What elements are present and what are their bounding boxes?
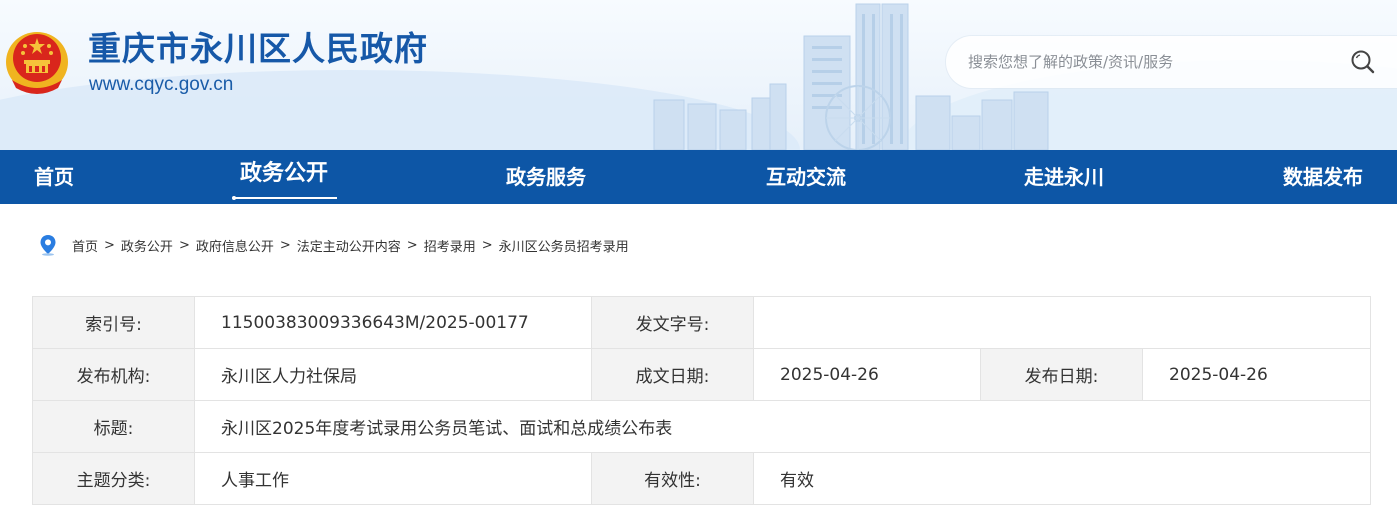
validity-value: 有效 xyxy=(753,452,1371,505)
search-box xyxy=(946,36,1397,88)
table-row: 发布机构: 永川区人力社保局 成文日期: 2025-04-26 发布日期: 20… xyxy=(32,348,1371,401)
breadcrumb-recruitment[interactable]: 招考录用 xyxy=(424,236,476,255)
written-date-value: 2025-04-26 xyxy=(753,348,981,401)
topic-category-value: 人事工作 xyxy=(194,452,592,505)
index-number-value: 11500383009336643M/2025-00177 xyxy=(194,296,592,349)
site-url: www.cqyc.gov.cn xyxy=(89,74,234,95)
nav-item-data-release[interactable]: 数据发布 xyxy=(1283,150,1363,204)
topic-category-label: 主题分类: xyxy=(32,452,195,505)
document-info-table: 索引号: 11500383009336643M/2025-00177 发文字号:… xyxy=(32,296,1371,505)
breadcrumb-separator: > xyxy=(279,237,291,253)
breadcrumb-civil-servant-recruitment[interactable]: 永川区公务员招考录用 xyxy=(499,236,629,255)
nav-item-about-yongchuan[interactable]: 走进永川 xyxy=(1024,150,1104,204)
table-row: 主题分类: 人事工作 有效性: 有效 xyxy=(32,452,1371,505)
location-pin-icon xyxy=(40,235,56,256)
nav-item-gov-services[interactable]: 政务服务 xyxy=(506,150,586,204)
nav-active-dot xyxy=(232,196,236,200)
publish-date-label: 发布日期: xyxy=(980,348,1143,401)
publishing-org-value: 永川区人力社保局 xyxy=(194,348,592,401)
main-nav: 首页 政务公开 政务服务 互动交流 走进永川 数据发布 xyxy=(0,150,1397,204)
nav-item-home[interactable]: 首页 xyxy=(34,150,74,204)
nav-active-underline xyxy=(234,197,337,199)
breadcrumb-separator: > xyxy=(406,237,418,253)
nav-item-gov-affairs-open[interactable]: 政务公开 xyxy=(240,150,328,204)
site-title: 重庆市永川区人民政府 xyxy=(88,29,428,68)
written-date-label: 成文日期: xyxy=(591,348,754,401)
document-number-value xyxy=(753,296,1371,349)
validity-label: 有效性: xyxy=(591,452,754,505)
breadcrumb: 首页 > 政务公开 > 政府信息公开 > 法定主动公开内容 > 招考录用 > 永… xyxy=(38,232,629,258)
table-row: 索引号: 11500383009336643M/2025-00177 发文字号: xyxy=(32,296,1371,349)
national-emblem-icon xyxy=(6,32,68,94)
breadcrumb-gov-info-open[interactable]: 政府信息公开 xyxy=(196,236,274,255)
title-label: 标题: xyxy=(32,400,195,453)
publish-date-value: 2025-04-26 xyxy=(1142,348,1371,401)
nav-item-interaction[interactable]: 互动交流 xyxy=(766,150,846,204)
breadcrumb-home[interactable]: 首页 xyxy=(72,236,98,255)
breadcrumb-separator: > xyxy=(104,237,115,253)
site-header: 重庆市永川区人民政府 www.cqyc.gov.cn xyxy=(0,0,1397,150)
breadcrumb-statutory-content[interactable]: 法定主动公开内容 xyxy=(297,236,401,255)
table-row: 标题: 永川区2025年度考试录用公务员笔试、面试和总成绩公布表 xyxy=(32,400,1371,453)
index-number-label: 索引号: xyxy=(32,296,195,349)
publishing-org-label: 发布机构: xyxy=(32,348,195,401)
breadcrumb-separator: > xyxy=(481,237,493,253)
search-input[interactable] xyxy=(968,48,1328,76)
title-value: 永川区2025年度考试录用公务员笔试、面试和总成绩公布表 xyxy=(194,400,1371,453)
breadcrumb-separator: > xyxy=(178,237,190,253)
breadcrumb-gov-affairs-open[interactable]: 政务公开 xyxy=(121,236,173,255)
search-icon[interactable] xyxy=(1350,49,1376,75)
document-number-label: 发文字号: xyxy=(591,296,754,349)
